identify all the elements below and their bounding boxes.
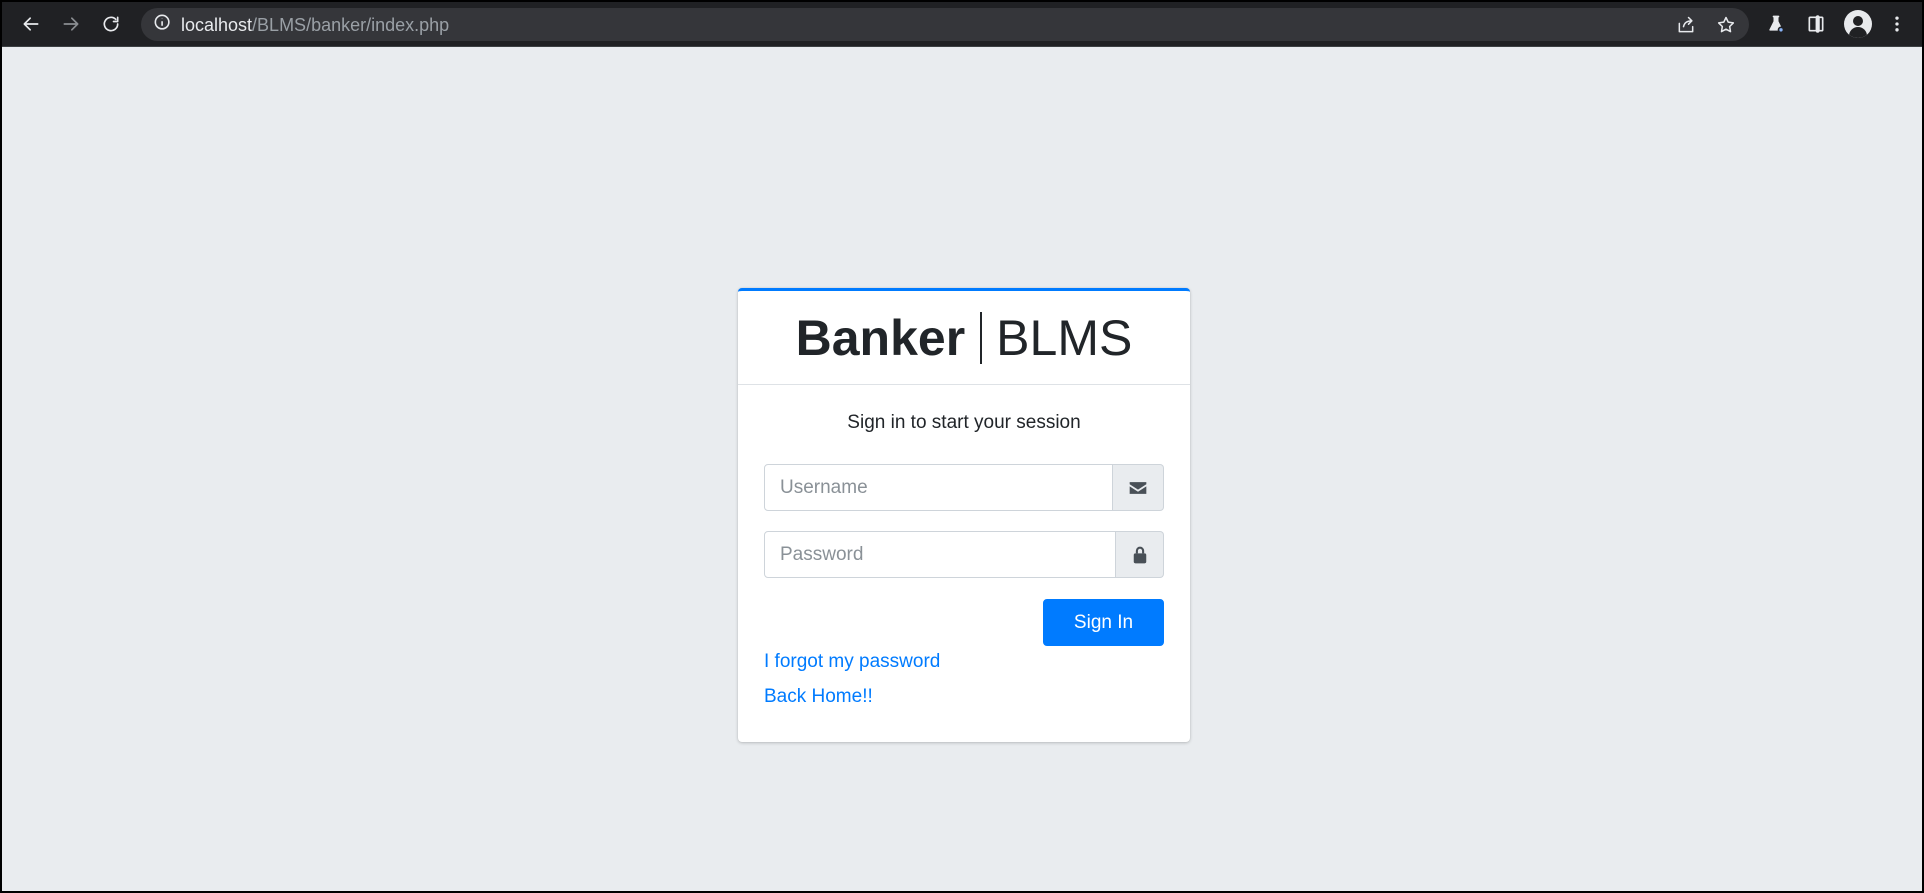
reload-icon[interactable] <box>98 11 124 37</box>
envelope-icon <box>1129 481 1147 494</box>
menu-kebab-icon[interactable] <box>1884 11 1910 37</box>
brand-bold: Banker <box>795 309 966 366</box>
profile-avatar-icon[interactable] <box>1844 10 1872 38</box>
brand-logo[interactable]: Banker BLMS <box>795 309 1133 366</box>
url-host: localhost <box>181 15 253 35</box>
brand-divider <box>980 311 983 364</box>
site-info-icon[interactable] <box>154 14 174 34</box>
username-group <box>764 464 1164 511</box>
browser-window: localhost/BLMS/banker/index.php Banker B… <box>0 0 1924 893</box>
bookmark-star-icon[interactable] <box>1714 13 1738 37</box>
lock-icon <box>1133 546 1146 563</box>
password-addon <box>1116 531 1164 578</box>
browser-toolbar: localhost/BLMS/banker/index.php <box>2 2 1922 47</box>
login-card: Banker BLMS Sign in to start your sessio… <box>738 288 1190 742</box>
side-panel-icon[interactable] <box>1803 11 1829 37</box>
card-header: Banker BLMS <box>738 291 1190 385</box>
login-box-message: Sign in to start your session <box>847 412 1081 433</box>
labs-flask-icon[interactable] <box>1763 11 1789 37</box>
sign-in-button[interactable]: Sign In <box>1043 599 1164 646</box>
username-input[interactable] <box>764 464 1113 511</box>
password-input[interactable] <box>764 531 1116 578</box>
brand-light: BLMS <box>996 309 1133 366</box>
share-icon[interactable] <box>1674 13 1698 37</box>
username-addon <box>1113 464 1164 511</box>
forward-arrow-icon[interactable] <box>58 11 84 37</box>
back-home-link[interactable]: Back Home!! <box>764 686 873 708</box>
address-bar[interactable]: localhost/BLMS/banker/index.php <box>141 8 1749 41</box>
url-path: /BLMS/banker/index.php <box>252 15 450 35</box>
forgot-password-link[interactable]: I forgot my password <box>764 651 940 673</box>
address-url[interactable]: localhost/BLMS/banker/index.php <box>181 14 449 36</box>
password-group <box>764 531 1164 578</box>
back-arrow-icon[interactable] <box>18 11 44 37</box>
